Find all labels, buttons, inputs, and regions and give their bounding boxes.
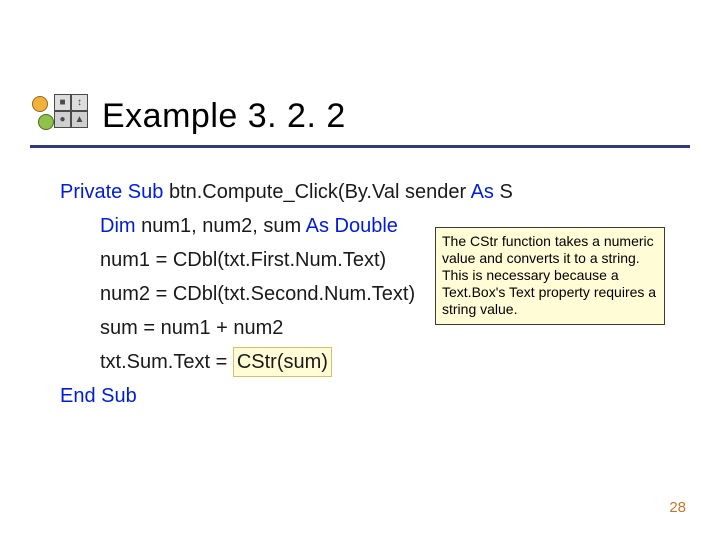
keyword: End Sub	[60, 385, 137, 407]
callout-box: The CStr function takes a numeric value …	[435, 227, 665, 325]
highlighted-expression: CStr(sum)	[233, 347, 332, 377]
keyword: As Double	[306, 215, 398, 237]
code-line-7: End Sub	[60, 379, 700, 413]
code-text: btn.Compute_Click(By.Val sender	[163, 181, 470, 203]
logo-icon: ■ ↕ ● ▲	[30, 94, 88, 140]
code-line-1: Private Sub btn.Compute_Click(By.Val sen…	[60, 175, 700, 209]
keyword: As	[471, 181, 494, 203]
keyword: Private Sub	[60, 181, 163, 203]
code-line-6: txt.Sum.Text = CStr(sum)	[60, 345, 700, 379]
code-text: txt.Sum.Text =	[100, 351, 233, 373]
header-row: ■ ↕ ● ▲ Example 3. 2. 2	[30, 88, 690, 148]
slide: ■ ↕ ● ▲ Example 3. 2. 2 Private Sub btn.…	[0, 0, 720, 540]
slide-title: Example 3. 2. 2	[102, 97, 346, 136]
code-text: num1, num2, sum	[136, 215, 306, 237]
page-number: 28	[669, 499, 686, 516]
keyword: Dim	[100, 215, 136, 237]
code-text: S	[494, 181, 513, 203]
